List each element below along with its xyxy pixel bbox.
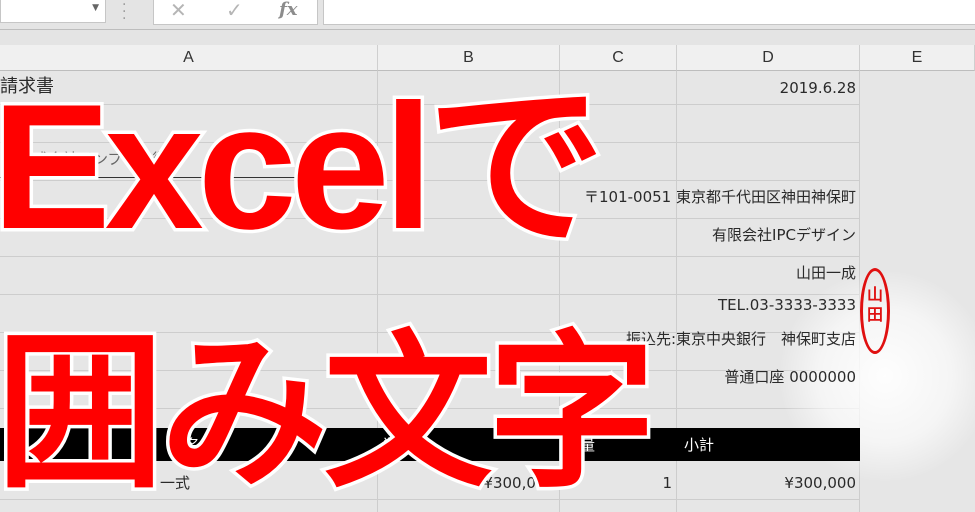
cancel-icon[interactable]: ✕ [170,0,187,22]
sender-name[interactable]: 山田一成 [560,263,856,283]
overlay-title-line2: 囲み文字 [0,316,660,511]
name-box[interactable]: ▼ [0,0,106,23]
overlay-title-line1: Excelで [0,67,609,266]
sender-company[interactable]: 有限会社IPCデザイン [560,225,856,245]
row1-subtotal[interactable]: ¥300,000 [680,473,856,493]
formula-bar: ▼ · · · ✕ ✓ fx [0,0,975,30]
drag-handle-icon[interactable]: · · · [122,0,126,26]
table-header-subtotal[interactable]: 小計 [684,434,714,455]
enter-check-icon[interactable]: ✓ [226,0,243,22]
formula-input[interactable] [323,0,975,25]
chevron-down-icon[interactable]: ▼ [92,3,99,13]
column-header-e[interactable]: E [860,45,975,71]
invoice-date[interactable]: 2019.6.28 [680,78,856,98]
seal-stamp-icon: 山田 [860,268,890,354]
formula-buttons: ✕ ✓ fx [153,0,318,25]
stamp-text: 山田 [867,285,884,324]
column-header-d[interactable]: D [677,45,860,71]
insert-function-icon[interactable]: fx [279,0,297,20]
sender-tel[interactable]: TEL.03-3333-3333 [560,295,856,315]
